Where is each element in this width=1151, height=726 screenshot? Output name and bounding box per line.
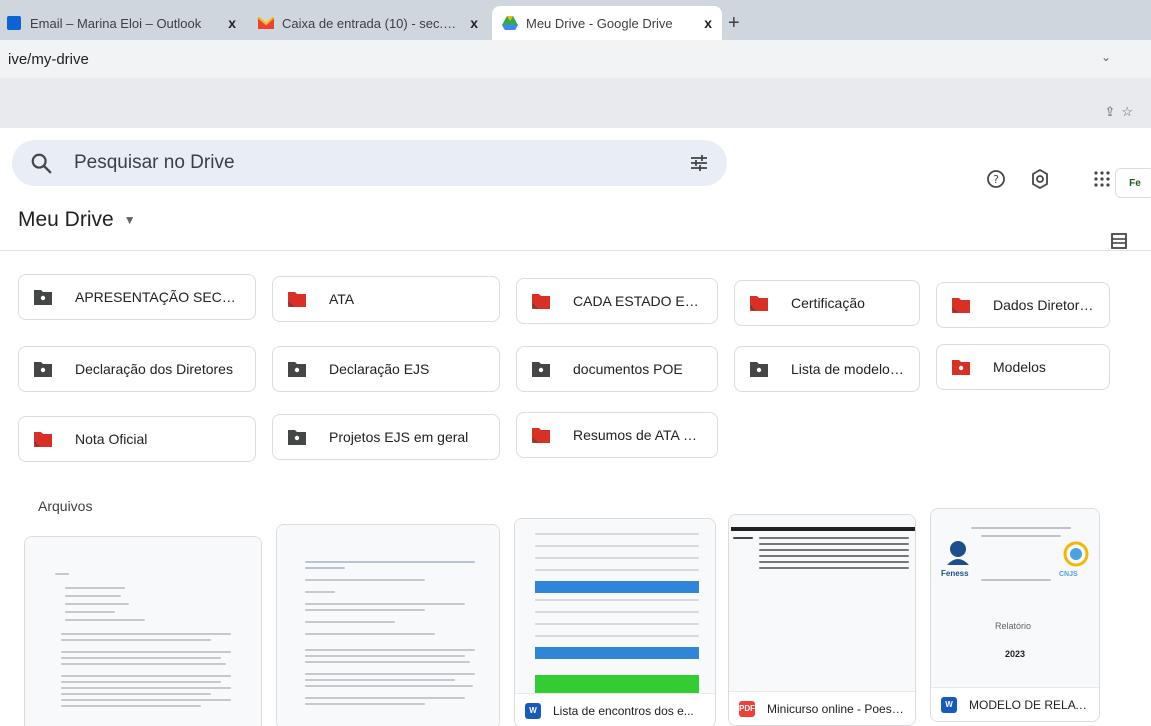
file-card[interactable]	[24, 536, 262, 726]
folder-item[interactable]: Resumos de ATA geral	[516, 412, 718, 458]
folder-shared-icon	[34, 290, 52, 305]
folder-item[interactable]: Certificação	[734, 280, 920, 326]
folder-item[interactable]: Projetos EJS em geral	[272, 414, 500, 460]
folder-name: Lista de modelos a sere...	[791, 361, 905, 377]
folder-name: Dados Diretorias	[993, 297, 1095, 313]
folder-name: Declaração EJS	[329, 361, 430, 377]
file-footer: W Lista de encontros dos e...	[515, 693, 715, 726]
drive-app: Pesquisar no Drive ? Fe Meu Drive ▼ APRE…	[0, 128, 1151, 726]
search-options-icon[interactable]	[689, 153, 709, 173]
folder-name: documentos POE	[573, 361, 683, 377]
folder-shared-icon	[750, 362, 768, 377]
folder-name: Projetos EJS em geral	[329, 429, 469, 445]
folder-name: CADA ESTADO ENCONTRO	[573, 293, 703, 309]
folder-item[interactable]: Modelos	[936, 344, 1110, 390]
search-bar[interactable]: Pesquisar no Drive	[12, 140, 727, 186]
file-card[interactable]	[276, 524, 500, 726]
file-name: Minicurso online - Poesia...	[767, 701, 905, 716]
folder-name: APRESENTAÇÃO SECRET...	[75, 289, 241, 305]
folder-name: Certificação	[791, 295, 865, 311]
folder-name: Resumos de ATA geral	[573, 427, 703, 443]
file-thumbnail	[277, 525, 499, 726]
folder-item[interactable]: Nota Oficial	[18, 416, 256, 462]
help-icon[interactable]: ?	[985, 168, 1007, 190]
tab-outlook[interactable]: Email – Marina Eloi – Outlook x	[0, 6, 246, 40]
tab-title: Meu Drive - Google Drive	[526, 15, 673, 31]
folder-shared-icon	[288, 362, 306, 377]
tab-gmail[interactable]: Caixa de entrada (10) - sec.cnjs@ x	[248, 6, 488, 40]
folder-item[interactable]: Dados Diretorias	[936, 282, 1110, 328]
svg-text:?: ?	[993, 173, 999, 186]
folder-shared-icon	[288, 430, 306, 445]
folder-item[interactable]: documentos POE	[516, 346, 718, 392]
folder-shared-icon	[34, 362, 52, 377]
file-card[interactable]: W Lista de encontros dos e...	[514, 518, 716, 726]
caret-down-icon: ▼	[123, 213, 136, 227]
search-input[interactable]: Pesquisar no Drive	[74, 152, 689, 174]
list-view-icon[interactable]	[1110, 232, 1128, 250]
word-icon: W	[941, 696, 957, 713]
brand-left: Feness	[941, 569, 969, 578]
share-star-icons[interactable]: ⇪☆	[1104, 104, 1139, 120]
page-title-button[interactable]: Meu Drive ▼	[18, 208, 136, 232]
folder-item[interactable]: Declaração EJS	[272, 346, 500, 392]
pdf-icon: PDF	[739, 700, 755, 717]
url-text: ive/my-drive	[8, 50, 89, 68]
file-name: Lista de encontros dos e...	[553, 703, 694, 718]
account-avatar[interactable]: Fe	[1115, 168, 1151, 198]
cnjs-logo-icon	[1063, 541, 1089, 567]
file-footer: W MODELO DE RELATORIO...	[931, 687, 1099, 721]
folder-red-shortcut-icon	[532, 294, 550, 309]
report-title: Relatório	[995, 621, 1032, 631]
tab-close-icon[interactable]: x	[470, 15, 478, 31]
fenes-logo-icon	[947, 541, 969, 565]
folder-name: Declaração dos Diretores	[75, 361, 233, 377]
tab-title: Email – Marina Eloi – Outlook	[30, 15, 202, 31]
folder-name: ATA	[329, 291, 355, 307]
word-icon: W	[525, 702, 541, 719]
file-card[interactable]: Feness CNJS Relatório 2023 W MODELO DE R…	[930, 508, 1100, 722]
folder-name: Nota Oficial	[75, 431, 148, 447]
file-footer: PDF Minicurso online - Poesia...	[729, 691, 915, 725]
chevron-down-icon[interactable]: ⌄	[1101, 50, 1111, 64]
divider	[0, 250, 1151, 251]
folder-item[interactable]: Declaração dos Diretores	[18, 346, 256, 392]
search-icon	[31, 153, 52, 174]
folder-item[interactable]: APRESENTAÇÃO SECRET...	[18, 274, 256, 320]
tab-title: Caixa de entrada (10) - sec.cnjs@	[282, 15, 463, 31]
folder-red-shortcut-icon	[952, 298, 970, 313]
folder-red-icon	[952, 360, 970, 375]
folder-red-shortcut-icon	[532, 428, 550, 443]
file-card[interactable]: PDF Minicurso online - Poesia...	[728, 514, 916, 726]
folder-red-shortcut-icon	[750, 296, 768, 311]
folder-red-shortcut-icon	[34, 432, 52, 447]
new-tab-button[interactable]: +	[728, 12, 740, 35]
bookmark-bar: ⇪☆	[0, 78, 1151, 128]
folder-item[interactable]: CADA ESTADO ENCONTRO	[516, 278, 718, 324]
folder-shared-icon	[532, 362, 550, 377]
folder-red-shortcut-icon	[288, 292, 306, 307]
file-name: MODELO DE RELATORIO...	[969, 697, 1089, 712]
google-drive-icon	[502, 15, 518, 31]
tab-google-drive[interactable]: Meu Drive - Google Drive x	[492, 6, 722, 40]
gmail-icon	[258, 15, 274, 31]
apps-grid-icon[interactable]	[1091, 168, 1113, 190]
folder-item[interactable]: ATA	[272, 276, 500, 322]
address-bar[interactable]: ive/my-drive ⌄	[0, 40, 1151, 78]
folder-name: Modelos	[993, 359, 1046, 375]
file-thumbnail	[25, 537, 261, 726]
report-year: 2023	[1005, 649, 1026, 659]
folder-item[interactable]: Lista de modelos a sere...	[734, 346, 920, 392]
header-actions: ?	[985, 168, 1113, 190]
page-title: Meu Drive	[18, 208, 114, 231]
brand-right: CNJS	[1059, 571, 1078, 578]
files-section-label: Arquivos	[38, 498, 93, 514]
gear-icon[interactable]	[1029, 168, 1051, 190]
tab-close-icon[interactable]: x	[228, 15, 236, 31]
tab-close-icon[interactable]: x	[704, 15, 712, 31]
browser-tab-strip: Email – Marina Eloi – Outlook x Caixa de…	[0, 0, 1151, 40]
outlook-icon	[6, 15, 22, 31]
